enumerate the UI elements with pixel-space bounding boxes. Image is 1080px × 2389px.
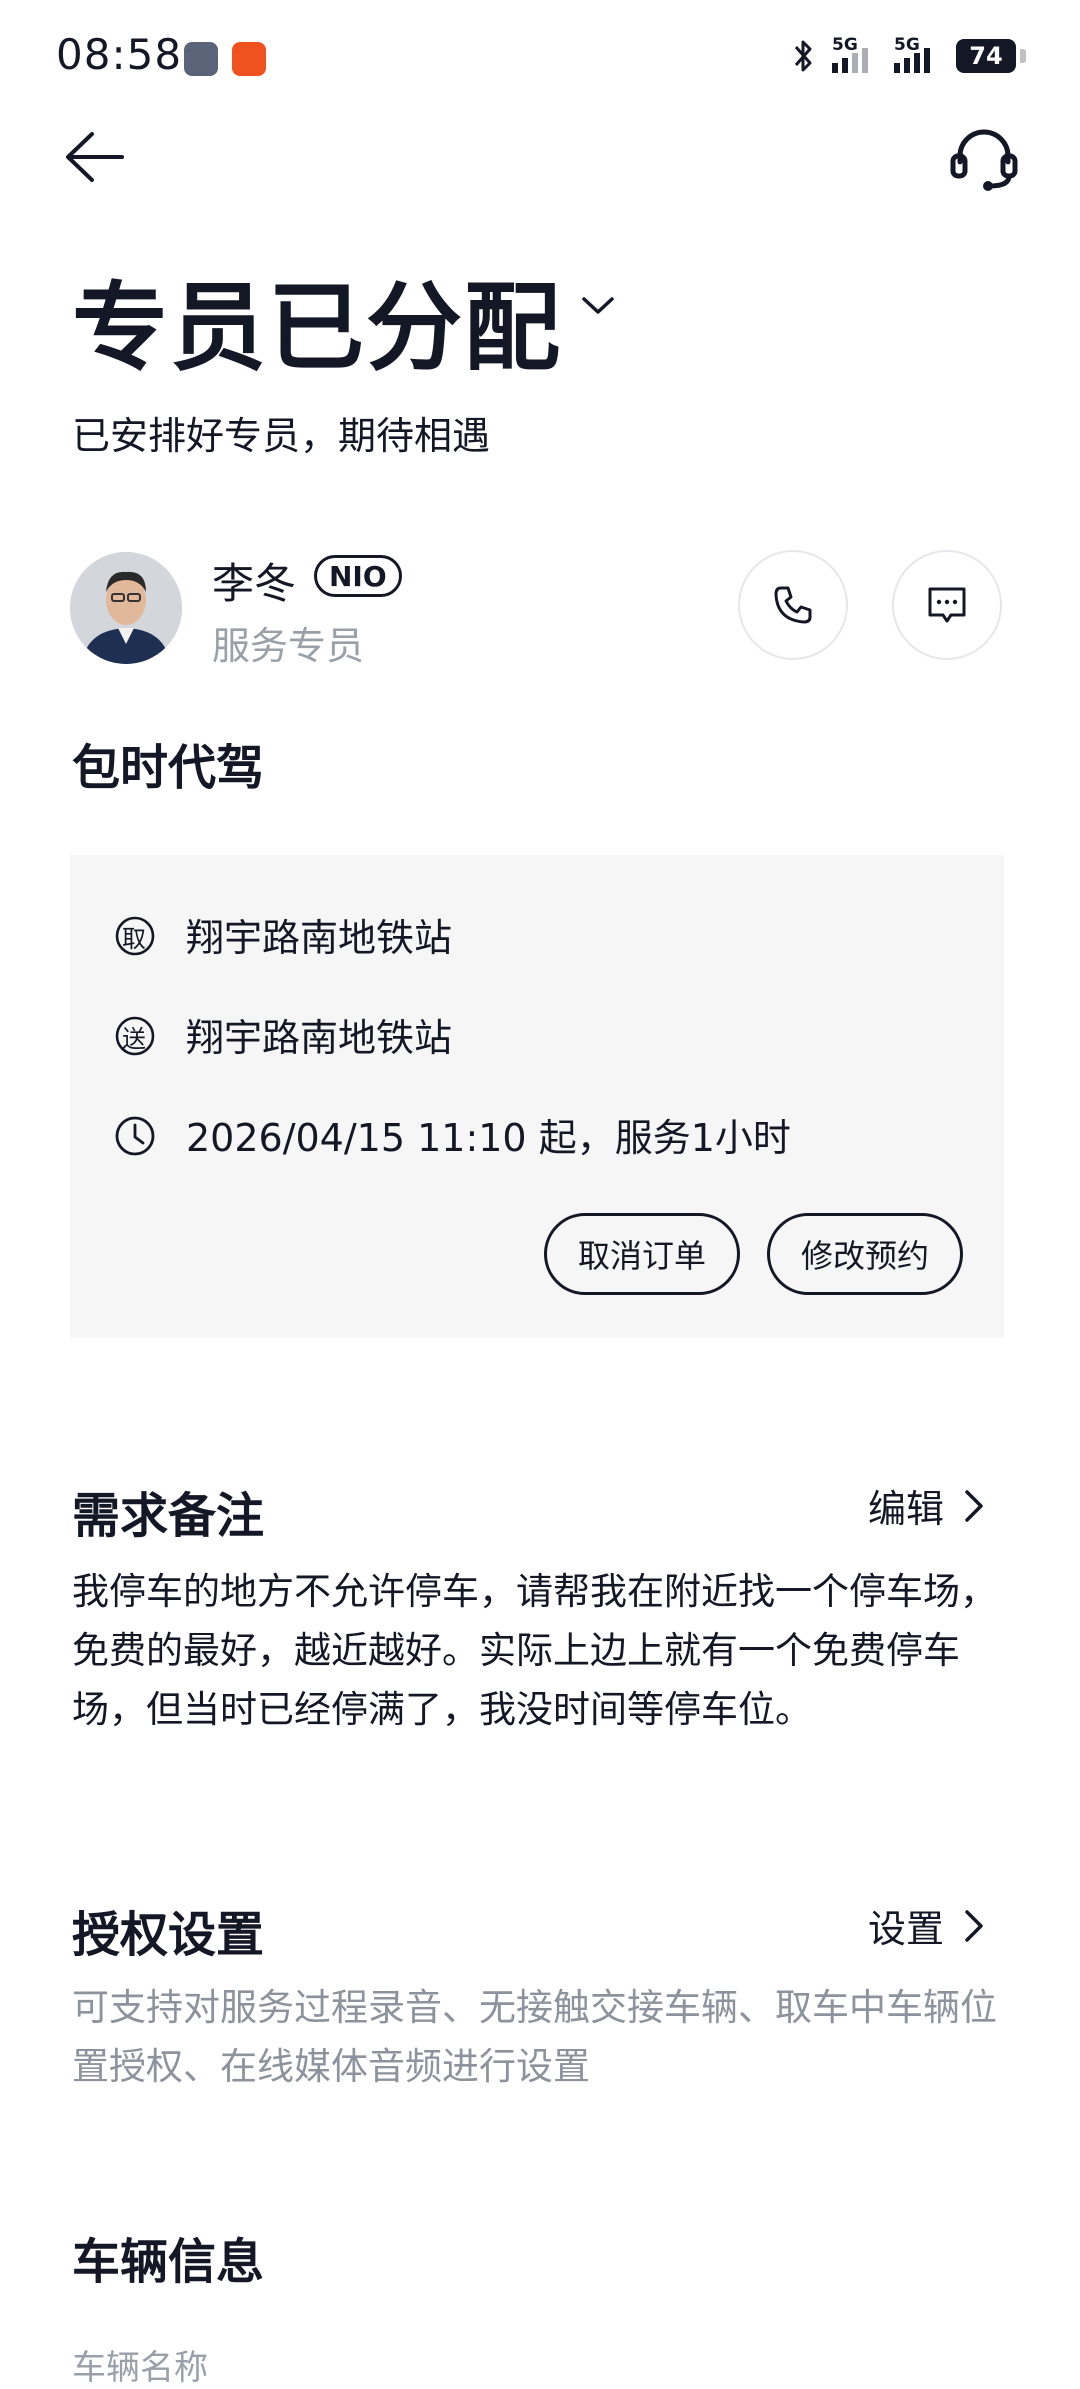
pickup-location: 翔宇路南地铁站 [186,916,453,960]
chevron-down-icon[interactable] [578,288,618,322]
cancel-order-button[interactable]: 取消订单 [544,1213,740,1295]
page-subtitle: 已安排好专员，期待相遇 [72,414,491,458]
message-button[interactable] [892,550,1002,660]
headset-icon[interactable] [948,122,1020,194]
status-time: 08:58 [56,30,183,79]
vehicle-name-label: 车辆名称 [72,2348,208,2388]
notes-edit-link[interactable]: 编辑 [868,1478,986,1533]
auth-title: 授权设置 [72,1907,265,1963]
pickup-icon-text: 取 [122,925,146,953]
signal-2-label: 5G [894,35,920,55]
notes-text: 我停车的地方不允许停车，请帮我在附近找一个停车场，免费的最好，越近越好。实际上边… [72,1570,997,1731]
message-icon [928,587,966,623]
page-title: 专员已分配 [72,272,562,384]
chevron-right-icon [965,1489,983,1522]
car-app-icon [184,42,218,76]
auth-settings-label: 设置 [868,1907,945,1951]
dropoff-location: 翔宇路南地铁站 [186,1016,453,1060]
notes-edit-label: 编辑 [868,1487,945,1531]
auth-settings-link[interactable]: 设置 [868,1898,986,1953]
status-indicators: 5G 5G 74 [788,35,1026,74]
dropoff-icon: 送 [114,1015,156,1061]
agent-role: 服务专员 [212,624,365,668]
vehicle-title: 车辆信息 [72,2234,265,2290]
battery-icon: 74 [956,39,1016,73]
modify-reservation-button[interactable]: 修改预约 [767,1213,963,1295]
signal-1-icon: 5G [832,35,880,73]
brand-badge: NIO [314,555,402,597]
clock-icon [115,1116,155,1156]
trend-app-icon [232,42,266,76]
phone-icon [774,586,812,624]
back-arrow-icon[interactable] [62,124,128,190]
agent-name: 李冬 [212,559,297,608]
call-button[interactable] [738,550,848,660]
person-photo-icon [70,552,182,664]
signal-1-label: 5G [832,35,858,55]
agent-avatar [70,552,182,664]
chevron-right-icon [965,1909,983,1942]
signal-2-icon: 5G [894,35,942,73]
service-title: 包时代驾 [72,740,265,796]
notes-title: 需求备注 [72,1488,265,1544]
bluetooth-icon [794,40,812,72]
auth-description: 可支持对服务过程录音、无接触交接车辆、取车中车辆位置授权、在线媒体音频进行设置 [72,1986,997,2088]
battery-cap [1020,49,1026,63]
dropoff-icon-text: 送 [122,1025,146,1053]
pickup-icon: 取 [114,915,156,961]
service-time: 2026/04/15 11:10 起，服务1小时 [186,1116,791,1160]
